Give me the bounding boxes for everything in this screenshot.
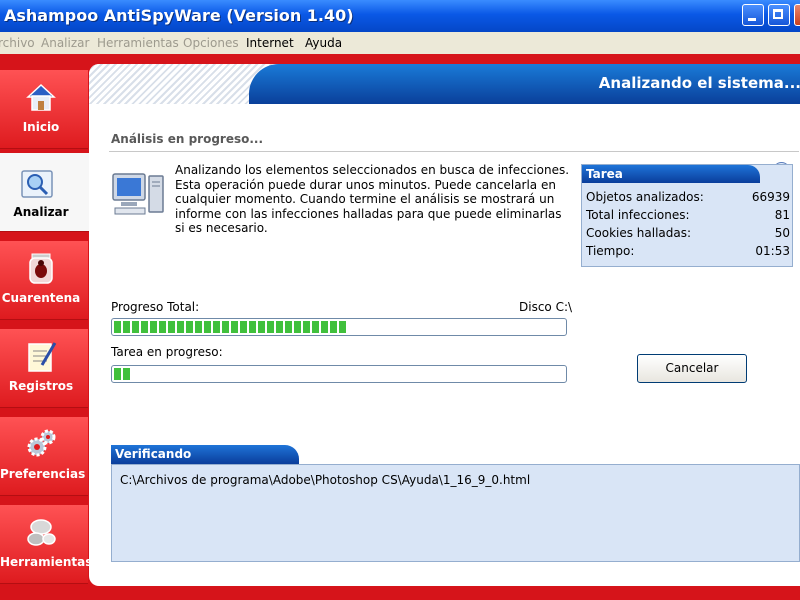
- tarea-panel: Tarea Objetos analizados: 66939 Total in…: [581, 164, 793, 267]
- tarea-value: 66939: [751, 190, 790, 204]
- menu-archivo[interactable]: rchivo: [0, 36, 35, 50]
- tarea-row: Tiempo: 01:53: [586, 244, 790, 262]
- total-progress-fill: [114, 321, 348, 333]
- sidebar-item-herramientas[interactable]: Herramientas: [0, 505, 93, 584]
- title-bar: Ashampoo AntiSpyWare (Version 1.40): [0, 0, 800, 32]
- sidebar-item-registros[interactable]: Registros: [0, 329, 88, 408]
- task-progress-bar: [111, 365, 567, 383]
- menu-analizar[interactable]: Analizar: [41, 36, 89, 50]
- window-title: Ashampoo AntiSpyWare (Version 1.40): [4, 6, 354, 25]
- magnifier-icon: [21, 170, 53, 198]
- computer-icon: [112, 173, 164, 215]
- sidebar-item-preferencias[interactable]: Preferencias: [0, 417, 88, 496]
- tarea-row: Cookies halladas: 50: [586, 226, 790, 244]
- bug-jar-icon: [29, 253, 53, 284]
- minimize-button[interactable]: [742, 4, 764, 26]
- tarea-row: Total infecciones: 81: [586, 208, 790, 226]
- total-progress-label: Progreso Total:: [111, 300, 200, 314]
- task-progress-fill: [114, 368, 132, 380]
- menu-herramientas[interactable]: Herramientas: [97, 36, 179, 50]
- divider: [109, 151, 799, 152]
- sidebar-item-label: Cuarentena: [1, 291, 81, 305]
- menu-internet[interactable]: Internet: [246, 36, 294, 50]
- tools-icon: [27, 519, 56, 546]
- notepad-icon: [28, 342, 57, 372]
- verificando-panel: C:\Archivos de programa\Adobe\Photoshop …: [111, 464, 800, 562]
- tarea-label: Objetos analizados:: [586, 190, 704, 204]
- sidebar-item-label: Herramientas: [0, 555, 93, 569]
- current-file-path: C:\Archivos de programa\Adobe\Photoshop …: [120, 473, 531, 487]
- sidebar-item-label: Registros: [8, 379, 74, 393]
- tarea-row: Objetos analizados: 66939: [586, 190, 790, 208]
- menu-ayuda[interactable]: Ayuda: [305, 36, 342, 50]
- home-icon: [26, 83, 56, 111]
- tarea-value: 81: [774, 208, 790, 222]
- verificando-header: Verificando: [111, 445, 299, 464]
- sidebar-item-cuarentena[interactable]: Cuarentena: [0, 241, 88, 320]
- section-title: Análisis en progreso...: [111, 132, 264, 146]
- sidebar-item-inicio[interactable]: Inicio: [0, 70, 88, 149]
- disk-label: Disco C:\: [519, 300, 573, 314]
- close-button[interactable]: [794, 4, 800, 26]
- tarea-label: Cookies halladas:: [586, 226, 692, 240]
- tarea-label: Tiempo:: [586, 244, 635, 258]
- gears-icon: [27, 429, 56, 457]
- banner-bar: Analizando el sistema...: [249, 64, 800, 104]
- sidebar-item-analizar[interactable]: Analizar: [0, 153, 90, 232]
- sidebar-item-label: Preferencias: [0, 467, 86, 481]
- description-text: Analizando los elementos seleccionados e…: [175, 163, 570, 235]
- tarea-value: 01:53: [755, 244, 790, 258]
- tarea-value: 50: [774, 226, 790, 240]
- banner-title: Analizando el sistema...: [598, 74, 800, 92]
- main-panel: Analizando el sistema... Análisis en pro…: [89, 64, 800, 586]
- maximize-button[interactable]: [768, 4, 790, 26]
- sidebar-item-label: Analizar: [13, 205, 69, 219]
- tarea-header: Tarea: [582, 165, 760, 183]
- sidebar-item-label: Inicio: [22, 120, 60, 134]
- menu-opciones[interactable]: Opciones: [183, 36, 239, 50]
- cancel-button[interactable]: Cancelar: [637, 354, 747, 383]
- header-banner: Analizando el sistema...: [89, 64, 800, 104]
- verificando-title: Verificando: [115, 447, 192, 461]
- tarea-title: Tarea: [586, 167, 623, 181]
- menu-bar: rchivo Analizar Herramientas Opciones In…: [0, 32, 800, 54]
- tarea-label: Total infecciones:: [586, 208, 690, 222]
- total-progress-bar: [111, 318, 567, 336]
- task-progress-label: Tarea en progreso:: [111, 345, 223, 359]
